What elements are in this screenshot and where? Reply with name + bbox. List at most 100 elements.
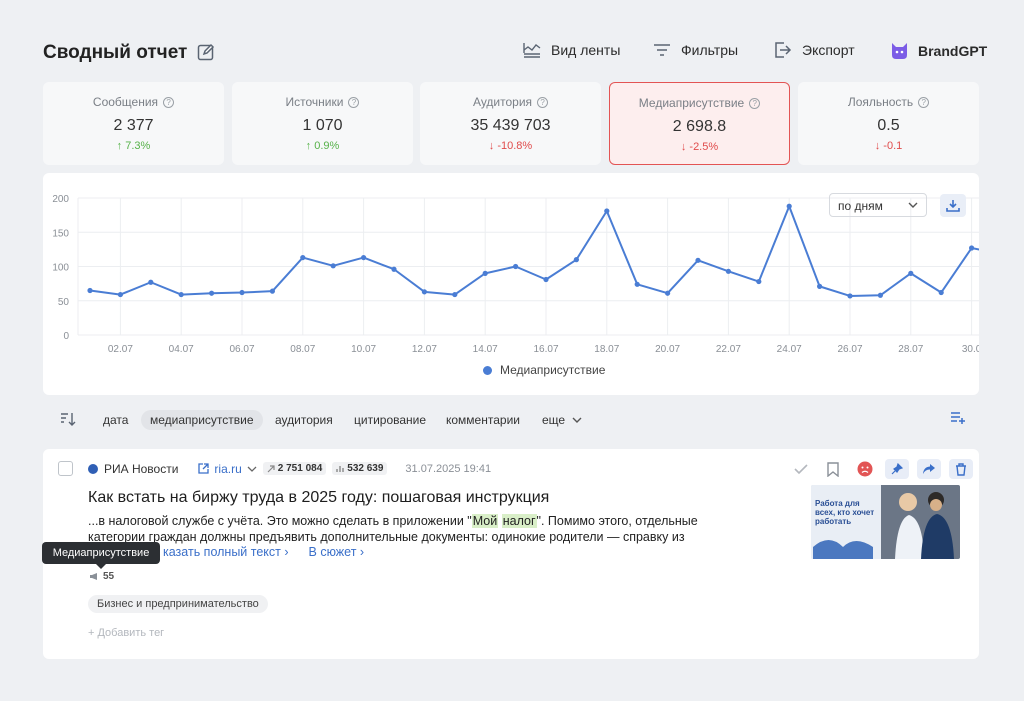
x-tick-label: 02.07 (108, 344, 133, 355)
kpi-card-media-presence[interactable]: Медиаприсутствие? 2 698.8 ↓ -2.5% (609, 82, 790, 165)
media-presence-metric[interactable]: 55 (89, 571, 114, 582)
help-icon[interactable]: ? (348, 96, 360, 108)
kpi-delta: ↓ -0.1 (874, 140, 903, 152)
kpi-card-loyalty[interactable]: Лояльность? 0.5 ↓ -0.1 (798, 82, 979, 165)
kpi-delta: ↑ 0.9% (305, 140, 340, 152)
kpi-delta: ↓ -10.8% (488, 140, 533, 152)
data-point (178, 291, 184, 298)
data-point (330, 263, 336, 269)
add-column-icon[interactable] (950, 411, 966, 425)
sort-order-icon[interactable] (60, 412, 76, 426)
sort-by-media-presence[interactable]: медиаприсутствие (141, 410, 263, 430)
export-button[interactable]: Экспорт (774, 42, 855, 58)
trash-icon (956, 462, 966, 476)
kpi-card-audience[interactable]: Аудитория? 35 439 703 ↓ -10.8% (420, 82, 601, 165)
data-point (300, 254, 306, 261)
kpi-label: Сообщения (92, 95, 159, 109)
feed-view-label: Вид ленты (551, 42, 621, 58)
check-icon (794, 464, 808, 475)
mark-read-button[interactable] (789, 459, 813, 479)
brandgpt-button[interactable]: BrandGPT (891, 42, 987, 60)
data-point (482, 270, 488, 276)
y-tick-label: 100 (52, 263, 69, 274)
page-header: Сводный отчет Вид ленты Фильтры Экспорт … (43, 38, 987, 70)
edit-icon[interactable] (197, 43, 215, 61)
reach-value: 2 751 084 (277, 463, 323, 474)
period-select[interactable]: по дням (829, 193, 927, 217)
add-tag-button[interactable]: + Добавить тег (88, 627, 164, 639)
data-point (938, 289, 944, 296)
data-point (634, 281, 640, 287)
kpi-label: Лояльность (847, 95, 914, 109)
bookmark-button[interactable] (821, 459, 845, 479)
article-card: РИА Новости ria.ru 2 751 084 532 639 31.… (43, 449, 979, 659)
data-point (847, 293, 853, 299)
select-article-checkbox[interactable] (58, 461, 73, 476)
y-tick-label: 50 (58, 297, 70, 308)
data-point (543, 276, 549, 283)
kpi-value: 1 070 (302, 117, 343, 134)
snippet-text: ...в налоговой службе с учёта. Это можно… (88, 514, 472, 528)
sort-by-date[interactable]: дата (103, 410, 128, 430)
share-button[interactable] (917, 459, 941, 479)
help-icon[interactable]: ? (163, 96, 175, 108)
metric-value: 55 (103, 571, 115, 582)
sort-by-citation[interactable]: цитирование (354, 410, 426, 430)
filters-button[interactable]: Фильтры (653, 42, 738, 58)
highlight-keyword: Мой (471, 514, 499, 528)
sentiment-button[interactable] (853, 459, 877, 479)
topic-tag[interactable]: Бизнес и предпринимательство (88, 595, 268, 613)
reach-icon (267, 464, 275, 472)
x-tick-label: 20.07 (655, 344, 680, 355)
sort-bar: дата медиаприсутствие аудитория цитирова… (60, 410, 966, 430)
tooltip-arrow (96, 564, 106, 569)
download-chart-button[interactable] (940, 194, 966, 217)
chart-legend[interactable]: Медиаприсутствие (483, 363, 605, 377)
x-tick-label: 16.07 (533, 344, 558, 355)
source-name[interactable]: РИА Новости (104, 462, 178, 476)
x-tick-label: 14.07 (473, 344, 498, 355)
article-links: казать полный текст › В сюжет › (163, 545, 364, 559)
data-point (573, 257, 580, 263)
site-link[interactable]: ria.ru (198, 462, 257, 476)
sort-more[interactable]: еще (542, 410, 582, 430)
data-point (817, 283, 823, 289)
page-title: Сводный отчет (43, 42, 188, 63)
data-point (391, 266, 397, 272)
article-headline[interactable]: Как встать на биржу труда в 2025 году: п… (88, 489, 549, 507)
kpi-value: 0.5 (877, 117, 900, 134)
kpi-card-sources[interactable]: Источники? 1 070 ↑ 0.9% (232, 82, 413, 165)
data-point (87, 287, 93, 294)
export-label: Экспорт (802, 42, 855, 58)
feed-view-button[interactable]: Вид ленты (523, 42, 620, 58)
kpi-label-row: Источники? (232, 95, 413, 109)
help-icon[interactable]: ? (749, 97, 761, 109)
help-icon[interactable]: ? (918, 96, 930, 108)
bookmark-icon (827, 461, 839, 477)
data-point (239, 289, 245, 296)
data-point (269, 288, 275, 294)
add-to-story-link[interactable]: В сюжет › (309, 545, 365, 559)
show-full-text-link[interactable]: казать полный текст › (163, 545, 289, 559)
article-thumbnail[interactable]: Работа для всех, кто хочет работать (811, 485, 960, 559)
delete-button[interactable] (949, 459, 973, 479)
kpi-label: Источники (285, 95, 344, 109)
x-tick-label: 24.07 (777, 344, 802, 355)
help-icon[interactable]: ? (537, 96, 549, 108)
data-point (725, 268, 732, 274)
kpi-card-messages[interactable]: Сообщения? 2 377 ↑ 7.3% (43, 82, 224, 165)
filter-icon (654, 44, 670, 56)
x-tick-label: 12.07 (412, 344, 437, 355)
pin-button[interactable] (885, 459, 909, 479)
sort-by-comments[interactable]: комментарии (446, 410, 520, 430)
data-point (513, 263, 519, 270)
sort-by-audience[interactable]: аудитория (275, 410, 333, 430)
bar-chart-icon (336, 465, 344, 472)
x-tick-label: 04.07 (169, 344, 194, 355)
y-tick-label: 0 (63, 331, 69, 342)
data-point (361, 254, 367, 261)
data-point (117, 291, 123, 298)
period-select-value: по дням (838, 199, 883, 213)
views-stat: 532 639 (332, 462, 388, 475)
reach-stat: 2 751 084 (262, 462, 327, 475)
